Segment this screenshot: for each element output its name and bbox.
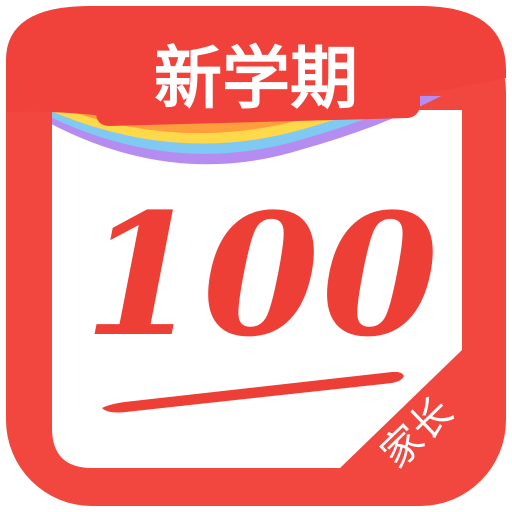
score-number: 100: [84, 176, 441, 374]
app-icon-graphic: 新学期 100 家长: [6, 6, 506, 506]
banner-title: 新学期: [154, 40, 358, 119]
app-icon[interactable]: 新学期 100 家长: [0, 0, 512, 512]
